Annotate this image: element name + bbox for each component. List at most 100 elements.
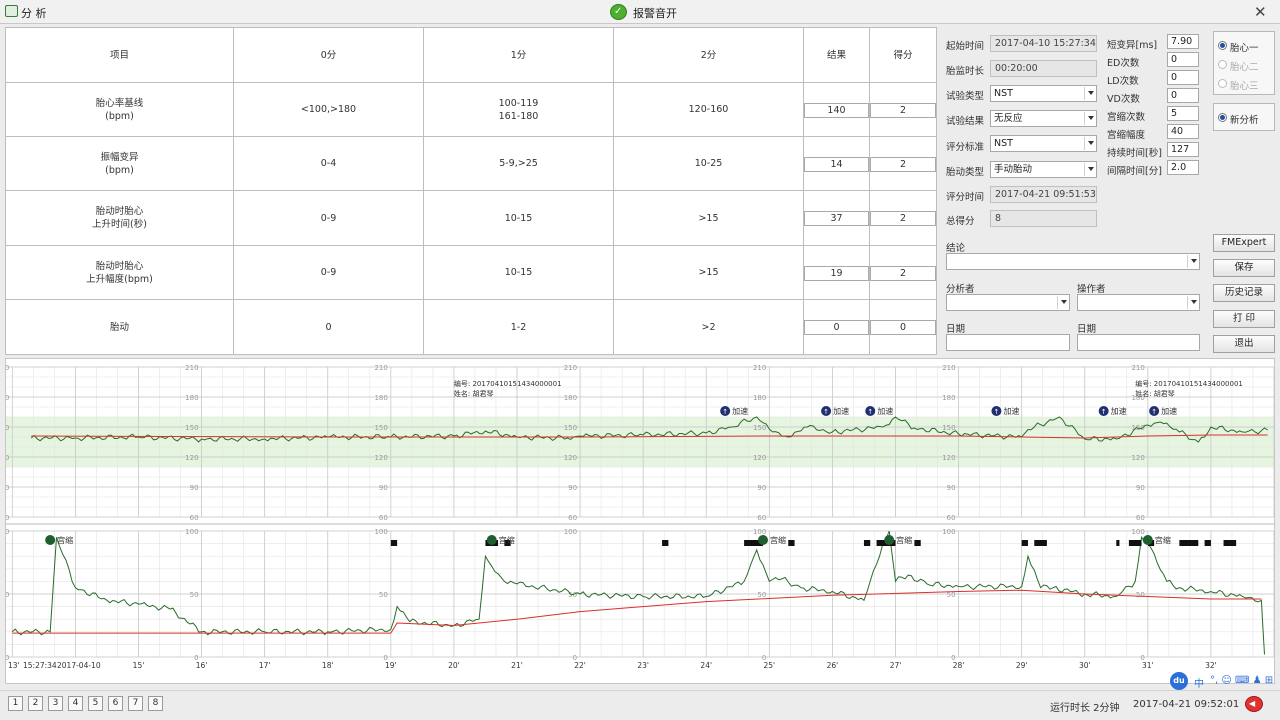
x-tick-label: 20' [448, 661, 460, 670]
fhr-tick-label: 180 [942, 394, 955, 402]
page-button-7[interactable]: 7 [128, 696, 143, 711]
score-input[interactable]: 2 [870, 157, 936, 172]
row-score-cell: 0 [869, 299, 937, 355]
duration-seconds-input[interactable]: 127 [1167, 142, 1199, 157]
page-button-6[interactable]: 6 [108, 696, 123, 711]
date1-input[interactable] [946, 334, 1070, 351]
vd-count-input[interactable]: 0 [1167, 88, 1199, 103]
chevron-down-icon [1061, 300, 1067, 304]
result-input[interactable]: 140 [804, 103, 869, 118]
analyst-select[interactable] [946, 294, 1070, 311]
test-type-label: 试验类型 [946, 91, 985, 102]
speaker-icon[interactable] [1245, 696, 1263, 712]
contraction-label: 宫缩 [896, 535, 912, 545]
toco-series-line [11, 530, 1265, 655]
row-result-cell: 140 [803, 82, 870, 137]
alarm-sound-icon[interactable] [610, 4, 627, 20]
conclusion-select[interactable] [946, 253, 1200, 270]
contraction-marker-icon [758, 535, 769, 545]
chevron-down-icon [1088, 116, 1094, 120]
fhr-tick-label: 150 [753, 424, 766, 432]
row-score2: >15 [613, 190, 804, 246]
toco-tick-label: 100 [6, 528, 9, 536]
ime-tool-icons[interactable]: °, ☺ ⌨ ♟ ⊞ [1210, 675, 1273, 686]
acceleration-label: 加速 [877, 406, 893, 416]
result-input[interactable]: 19 [804, 266, 869, 281]
row-score0: 0-9 [233, 190, 424, 246]
contraction-marker-icon [45, 535, 56, 545]
x-tick-label: 29' [1016, 661, 1028, 670]
radio-fetus2[interactable]: 胎心二 [1218, 59, 1273, 73]
x-tick-label: 15' [133, 661, 145, 670]
result-input[interactable]: 37 [804, 211, 869, 226]
print-button[interactable]: 打 印 [1213, 310, 1275, 328]
page-button-8[interactable]: 8 [148, 696, 163, 711]
page-button-1[interactable]: 1 [8, 696, 23, 711]
toco-tick-label: 50 [190, 591, 199, 599]
radio-dot [1218, 113, 1227, 122]
date2-input[interactable] [1077, 334, 1200, 351]
fhr-tick-label: 210 [942, 364, 955, 372]
acceleration-marker-glyph: ↑ [1151, 408, 1157, 416]
page-button-4[interactable]: 4 [68, 696, 83, 711]
result-input[interactable]: 0 [804, 320, 869, 335]
fetal-movement-mark [1034, 540, 1047, 546]
operator-select[interactable] [1077, 294, 1200, 311]
short-variability-input[interactable]: 7.90 [1167, 34, 1199, 49]
ime-logo-icon[interactable]: du [1170, 672, 1188, 690]
fhr-tick-label: 210 [1131, 364, 1144, 372]
radio-dot [1218, 79, 1227, 88]
fhr-tick-label: 120 [1131, 454, 1144, 462]
fmexpert-button[interactable]: FMExpert [1213, 234, 1275, 252]
contraction-label: 宫缩 [770, 535, 786, 545]
exit-button[interactable]: 退出 [1213, 335, 1275, 353]
score-input[interactable]: 2 [870, 103, 936, 118]
row-result-cell: 0 [803, 299, 870, 355]
page-button-3[interactable]: 3 [48, 696, 63, 711]
contraction-amplitude-label: 宫缩幅度 [1107, 130, 1146, 141]
test-type-select[interactable]: NST [990, 85, 1097, 102]
chevron-down-icon [1088, 167, 1094, 171]
contraction-label: 宫缩 [499, 535, 515, 545]
movement-type-select[interactable]: 手动胎动 [990, 161, 1097, 178]
x-tick-label: 19' [385, 661, 397, 670]
fhr-tick-label: 180 [6, 394, 9, 402]
history-button[interactable]: 历史记录 [1213, 284, 1275, 302]
row-item: 胎心率基线 (bpm) [5, 82, 234, 137]
radio-fetus3[interactable]: 胎心三 [1218, 78, 1273, 92]
score-input[interactable]: 2 [870, 211, 936, 226]
standard-select[interactable]: NST [990, 135, 1097, 152]
page-button-2[interactable]: 2 [28, 696, 43, 711]
ed-count-input[interactable]: 0 [1167, 52, 1199, 67]
x-tick-label: 22' [574, 661, 586, 670]
ld-count-input[interactable]: 0 [1167, 70, 1199, 85]
result-input[interactable]: 14 [804, 157, 869, 172]
score-input[interactable]: 0 [870, 320, 936, 335]
col-header-score0: 0分 [233, 27, 424, 83]
acceleration-label: 加速 [1003, 406, 1019, 416]
short-variability-label: 短变异[ms] [1107, 40, 1158, 51]
fhr-tick-label: 90 [757, 484, 766, 492]
ime-lang-toggle[interactable]: 中 [1194, 675, 1204, 690]
page-button-5[interactable]: 5 [88, 696, 103, 711]
ime-toolbar[interactable]: du 中 °, ☺ ⌨ ♟ ⊞ [1170, 672, 1280, 690]
close-button[interactable]: ✕ [1254, 3, 1267, 21]
contraction-count-input[interactable]: 5 [1167, 106, 1199, 121]
ctg-chart: 6090120150180210050100609012015018021005… [0, 358, 1275, 684]
start-time-field: 2017-04-10 15:27:34 [990, 35, 1097, 52]
test-result-select[interactable]: 无反应 [990, 110, 1097, 127]
operator-label: 操作者 [1077, 284, 1106, 295]
alarm-sound-label[interactable]: 报警音开 [633, 5, 677, 21]
toco-baseline-line [12, 589, 1262, 634]
contraction-amplitude-input[interactable]: 40 [1167, 124, 1199, 139]
x-tick-label: 25' [764, 661, 776, 670]
save-button[interactable]: 保存 [1213, 259, 1275, 277]
fhr-tick-label: 180 [753, 394, 766, 402]
fetus-channel-group: 胎心一 胎心二 胎心三 [1213, 31, 1275, 95]
interval-minutes-input[interactable]: 2.0 [1167, 160, 1199, 175]
radio-new-analysis[interactable]: 新分析 [1218, 112, 1273, 126]
x-start-tick-label: 13' [8, 661, 20, 670]
radio-fetus1[interactable]: 胎心一 [1218, 40, 1273, 54]
toco-tick-label: 100 [564, 528, 577, 536]
score-input[interactable]: 2 [870, 266, 936, 281]
